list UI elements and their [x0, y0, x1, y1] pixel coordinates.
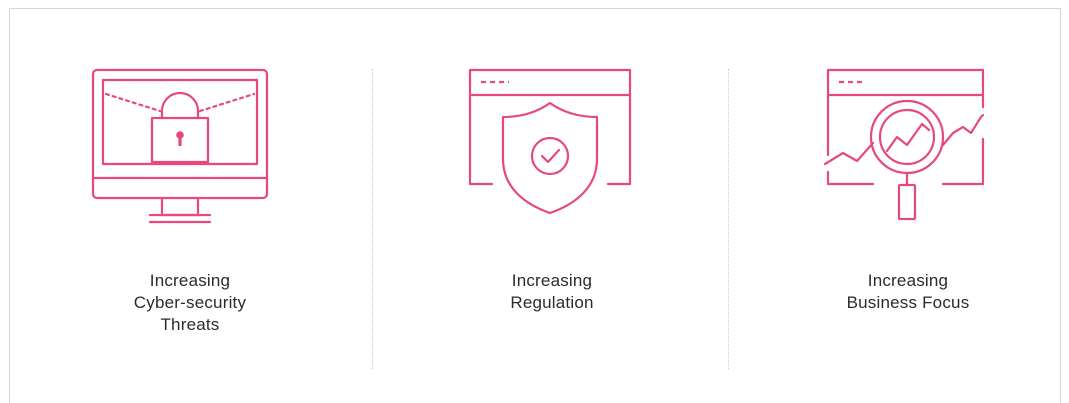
item-label-line: Increasing — [511, 271, 593, 290]
item-label: Increasing Cyber-security Threats — [30, 270, 350, 336]
item-business-focus: Increasing Business Focus — [748, 9, 1068, 389]
item-label-line: Regulation — [510, 293, 594, 312]
browser-shield-check-icon — [468, 68, 632, 215]
column-divider — [372, 69, 373, 369]
item-cyber-security-threats: Increasing Cyber-security Threats — [30, 9, 350, 389]
item-label-line: Increasing — [867, 271, 949, 290]
column-divider — [728, 69, 729, 369]
content-card: Increasing Cyber-security Threats Increa… — [9, 8, 1061, 403]
item-label-line: Business Focus — [846, 293, 970, 312]
item-label: Increasing Business Focus — [748, 270, 1068, 314]
item-regulation: Increasing Regulation — [392, 9, 712, 389]
item-label: Increasing Regulation — [392, 270, 712, 314]
browser-magnifier-chart-icon — [823, 68, 985, 221]
item-label-line: Increasing — [149, 271, 231, 290]
item-label-line: Threats — [160, 315, 220, 334]
item-label-line: Cyber-security — [133, 293, 247, 312]
monitor-lock-icon — [91, 68, 269, 224]
